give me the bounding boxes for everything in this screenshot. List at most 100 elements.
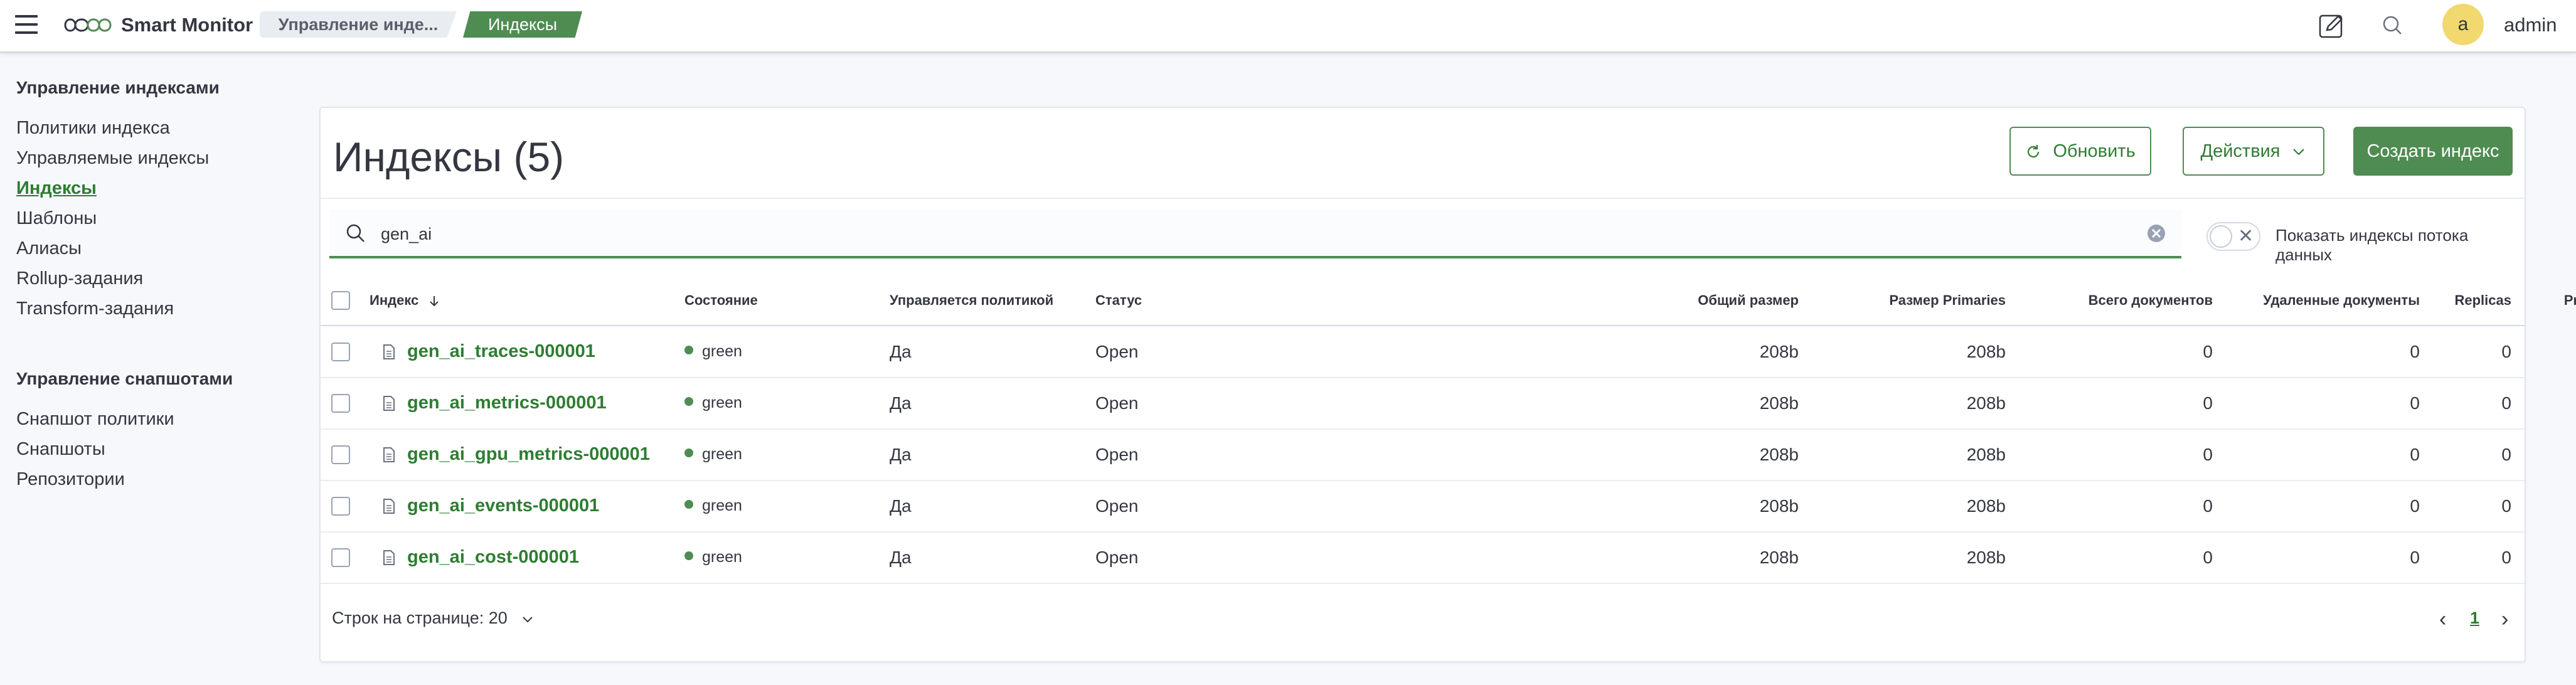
create-index-button[interactable]: Создать индекс (2353, 127, 2513, 176)
health-value: green (702, 445, 742, 463)
status-cell: Open (1095, 548, 1139, 567)
rows-per-page-label: Строк на странице: 20 (332, 608, 508, 627)
table-row[interactable]: gen_ai_traces-000001 green Да Open 208b … (321, 326, 2525, 378)
refresh-icon (2028, 145, 2040, 158)
health-dot-icon (684, 346, 693, 355)
document-icon (383, 550, 395, 565)
refresh-button[interactable]: Обновить (2009, 127, 2151, 176)
health-value: green (702, 497, 742, 514)
document-icon (383, 447, 395, 462)
row-checkbox[interactable] (331, 394, 350, 413)
managed-cell: Да (890, 393, 912, 413)
health-value: green (702, 342, 742, 360)
health-cell: green (684, 326, 742, 377)
table-row[interactable]: gen_ai_cost-000001 green Да Open 208b 20… (321, 532, 2525, 584)
sidebar-item-indices[interactable]: Индексы (16, 178, 97, 199)
status-cell: Open (1095, 496, 1139, 516)
row-checkbox[interactable] (331, 548, 350, 567)
status-cell: Open (1095, 342, 1139, 361)
sidebar-heading-snapshot-management: Управление снапшотами (16, 369, 233, 388)
breadcrumb-indices[interactable]: Индексы (463, 11, 582, 38)
row-checkbox[interactable] (331, 445, 350, 464)
search-field[interactable] (329, 210, 2181, 258)
data-streams-toggle[interactable]: ✕ (2206, 222, 2260, 251)
column-header-status[interactable]: Статус (1095, 276, 1142, 325)
health-dot-icon (684, 500, 693, 509)
document-icon (383, 396, 395, 411)
column-header-replicas[interactable]: Replicas (2198, 276, 2512, 325)
managed-cell: Да (890, 548, 912, 567)
index-name-link[interactable]: gen_ai_metrics-000001 (407, 378, 607, 428)
health-cell: green (684, 378, 742, 428)
table-row[interactable]: gen_ai_gpu_metrics-000001 green Да Open … (321, 429, 2525, 481)
row-checkbox[interactable] (331, 497, 350, 516)
document-icon (383, 499, 395, 514)
clear-icon[interactable] (2146, 223, 2166, 243)
column-header-health[interactable]: Состояние (684, 276, 758, 325)
sidebar-item-snapshot-policies[interactable]: Снапшот политики (16, 409, 174, 430)
pagination-next-icon[interactable]: › (2501, 607, 2508, 632)
actions-button[interactable]: Действия (2183, 127, 2324, 176)
index-name-link[interactable]: gen_ai_cost-000001 (407, 532, 579, 583)
select-all-checkbox[interactable] (331, 291, 350, 310)
sidebar-item-transform-jobs[interactable]: Transform-задания (16, 299, 174, 319)
edit-icon[interactable] (2317, 11, 2346, 40)
managed-cell: Да (890, 496, 912, 516)
column-header-index[interactable]: Индекс (370, 276, 441, 325)
toggle-knob (2210, 225, 2232, 248)
document-icon (383, 344, 395, 359)
health-dot-icon (684, 397, 693, 406)
replicas-cell: 0 (2501, 393, 2511, 413)
sidebar-item-aliases[interactable]: Алиасы (16, 238, 82, 259)
index-name-link[interactable]: gen_ai_events-000001 (407, 481, 599, 531)
managed-cell: Да (890, 342, 912, 361)
index-name-link[interactable]: gen_ai_gpu_metrics-000001 (407, 429, 650, 480)
menu-icon[interactable] (15, 15, 38, 35)
sidebar-item-snapshots[interactable]: Снапшоты (16, 439, 105, 460)
breadcrumb-index-management[interactable]: Управление инде... (260, 11, 457, 38)
table-row[interactable]: gen_ai_metrics-000001 green Да Open 208b… (321, 378, 2525, 430)
indices-panel: Индексы (5) Обновить Действия Создать ин… (319, 107, 2576, 662)
health-cell: green (684, 481, 742, 531)
health-cell: green (684, 532, 742, 583)
table-header: Индекс Состояние Управляется политикой С… (321, 276, 2576, 326)
health-dot-icon (684, 551, 693, 561)
chevron-down-icon (2292, 149, 2304, 156)
chevron-down-icon (523, 617, 533, 623)
health-dot-icon (684, 449, 693, 458)
refresh-button-label: Обновить (2053, 141, 2136, 161)
search-input[interactable] (380, 216, 2126, 252)
row-checkbox[interactable] (331, 342, 350, 361)
logo-icon (64, 18, 112, 32)
health-value: green (702, 548, 742, 566)
status-cell: Open (1095, 445, 1139, 464)
table-row[interactable]: gen_ai_events-000001 green Да Open 208b … (321, 481, 2525, 533)
avatar[interactable]: a (2442, 4, 2484, 45)
username[interactable]: admin (2504, 13, 2557, 38)
managed-cell: Да (890, 445, 912, 464)
sidebar-item-templates[interactable]: Шаблоны (16, 208, 97, 229)
rows-per-page-button[interactable]: Строк на странице: 20 (332, 608, 535, 628)
sort-arrow-down-icon (430, 296, 439, 307)
replicas-cell: 0 (2501, 548, 2511, 567)
sidebar-heading-index-management: Управление индексами (16, 78, 220, 97)
column-header-managed[interactable]: Управляется политикой (890, 276, 1053, 325)
replicas-cell: 0 (2501, 496, 2511, 516)
replicas-cell: 0 (2501, 342, 2511, 361)
search-icon[interactable] (2378, 11, 2407, 40)
close-icon: ✕ (2238, 226, 2254, 247)
status-cell: Open (1095, 393, 1139, 413)
top-bar: Smart Monitor Управление инде... Индексы… (0, 0, 2576, 53)
actions-button-label: Действия (2200, 141, 2281, 161)
sidebar-item-managed-indices[interactable]: Управляемые индексы (16, 148, 209, 169)
sidebar-item-rollup-jobs[interactable]: Rollup-задания (16, 268, 143, 289)
health-value: green (702, 394, 742, 412)
sidebar-item-index-policies[interactable]: Политики индекса (16, 118, 170, 139)
app-title: Smart Monitor (121, 14, 253, 36)
sidebar-item-repositories[interactable]: Репозитории (16, 469, 125, 490)
index-name-link[interactable]: gen_ai_traces-000001 (407, 326, 595, 377)
pagination-prev-icon[interactable]: ‹ (2439, 607, 2446, 632)
pagination-page-1[interactable]: 1 (2470, 608, 2479, 628)
column-header-index-label: Индекс (370, 292, 419, 308)
replicas-cell: 0 (2501, 445, 2511, 464)
